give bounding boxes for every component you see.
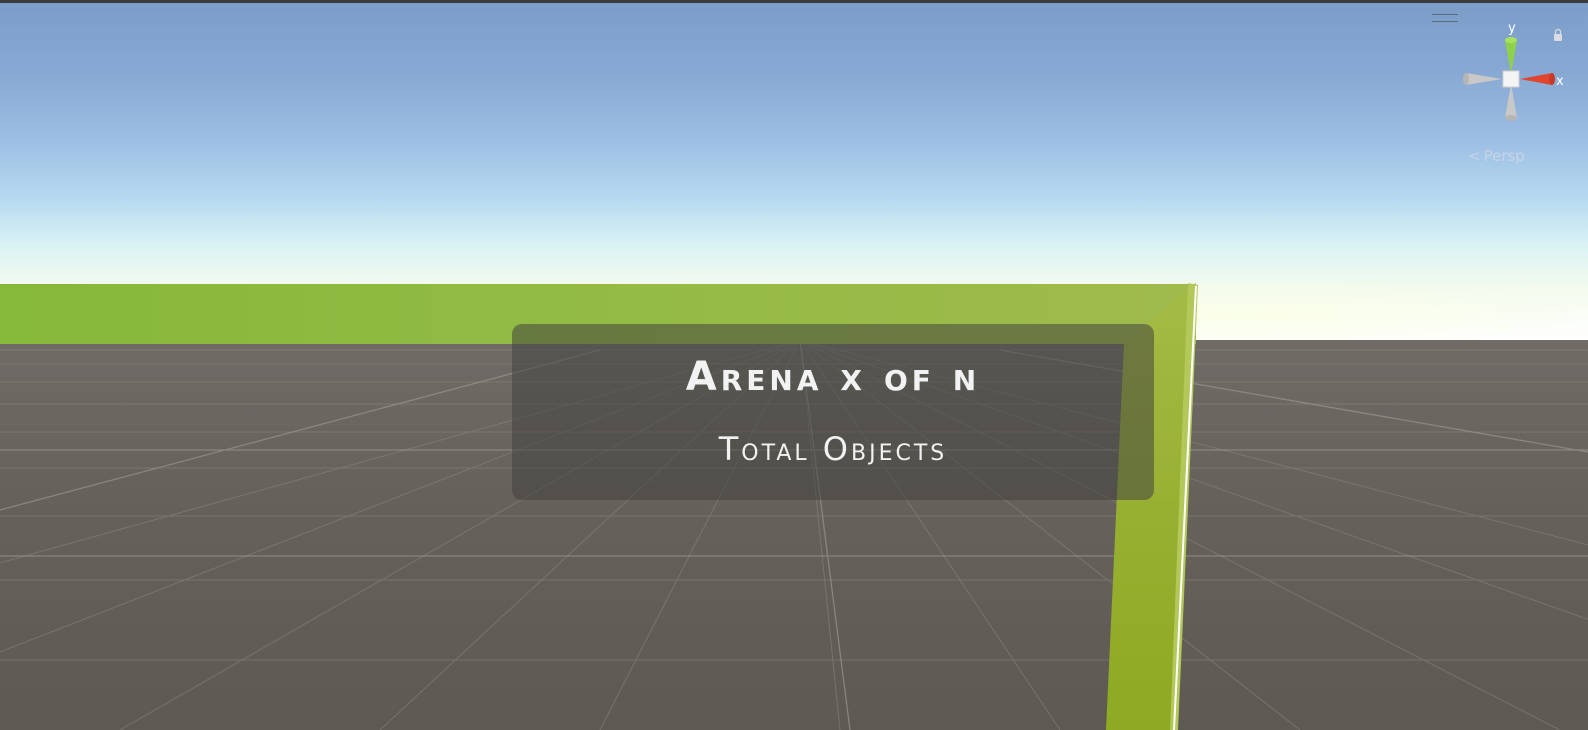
arena-info-panel: Arena x of n Total Objects xyxy=(512,324,1154,500)
axis-y-label: y xyxy=(1508,21,1516,36)
gizmo-center-cube[interactable] xyxy=(1502,70,1520,88)
arena-title: Arena x of n xyxy=(685,354,981,400)
scene-viewport[interactable]: Arena x of n Total Objects y x < Persp xyxy=(0,0,1588,730)
axis-x-label: x xyxy=(1556,74,1564,89)
axis-y-cone[interactable] xyxy=(1505,40,1517,74)
projection-label: Persp xyxy=(1483,147,1525,165)
lock-icon[interactable] xyxy=(1554,28,1562,42)
chevron-left-icon: < xyxy=(1468,147,1481,165)
orientation-gizmo[interactable]: y x xyxy=(1460,18,1570,128)
total-objects-label: Total Objects xyxy=(718,430,948,468)
axis-neg-y-cone[interactable] xyxy=(1505,84,1517,118)
axis-neg-x-cone[interactable] xyxy=(1466,73,1502,85)
projection-toggle[interactable]: < Persp xyxy=(1468,147,1558,167)
overlay-drag-handle[interactable] xyxy=(1432,14,1458,22)
axis-x-cone[interactable] xyxy=(1520,73,1552,85)
